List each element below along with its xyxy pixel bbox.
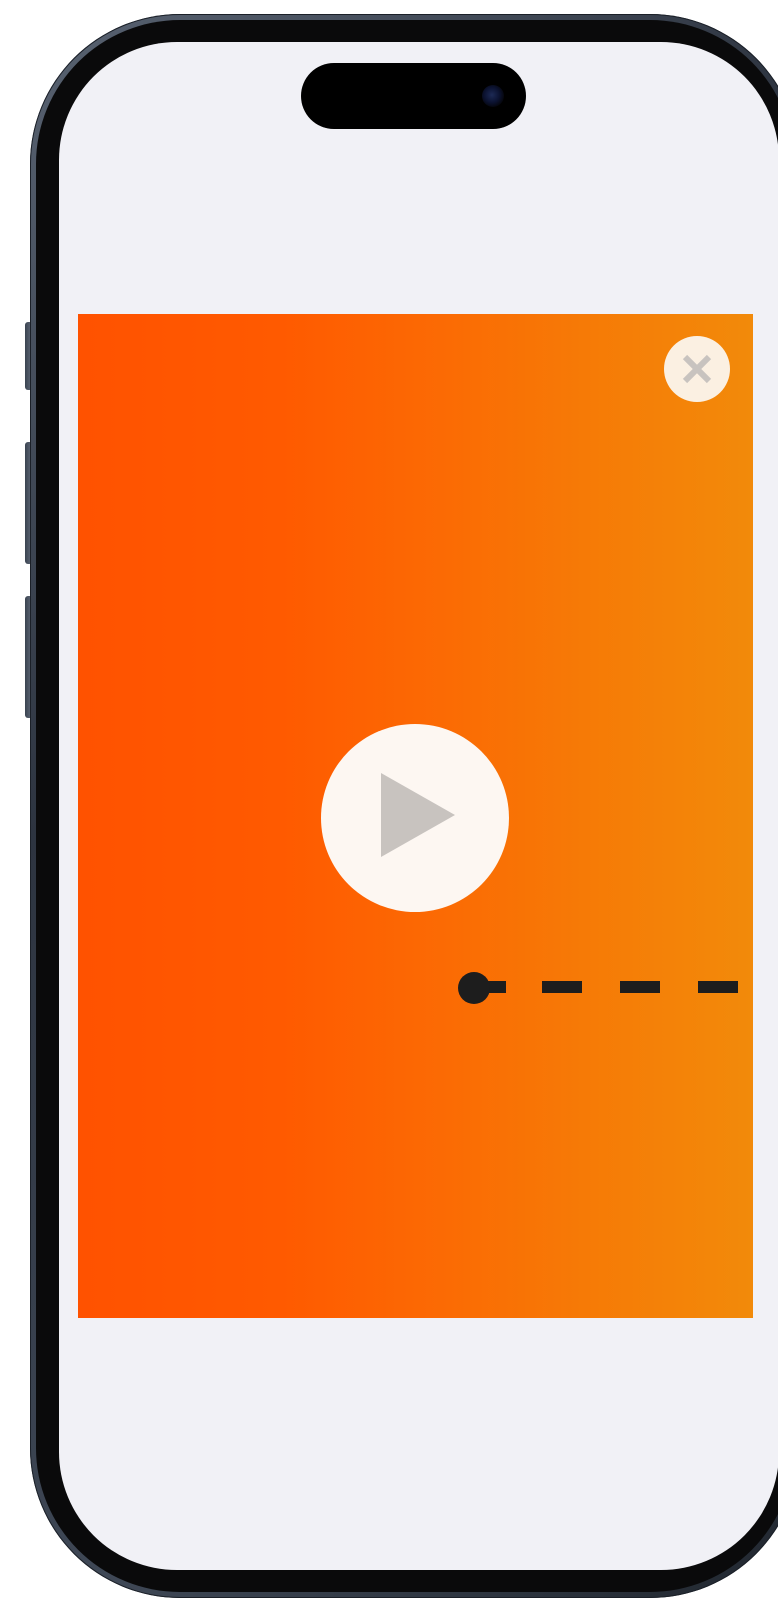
video-player[interactable] bbox=[78, 314, 753, 1318]
play-icon bbox=[381, 773, 455, 857]
drag-handle-dot[interactable] bbox=[458, 972, 490, 1004]
app-canvas bbox=[0, 0, 778, 1599]
close-icon bbox=[682, 354, 712, 384]
swipe-hint-dashed-line bbox=[476, 981, 738, 993]
front-camera-icon bbox=[482, 85, 504, 107]
close-button[interactable] bbox=[664, 336, 730, 402]
dynamic-island bbox=[301, 63, 526, 129]
play-button[interactable] bbox=[321, 724, 509, 912]
